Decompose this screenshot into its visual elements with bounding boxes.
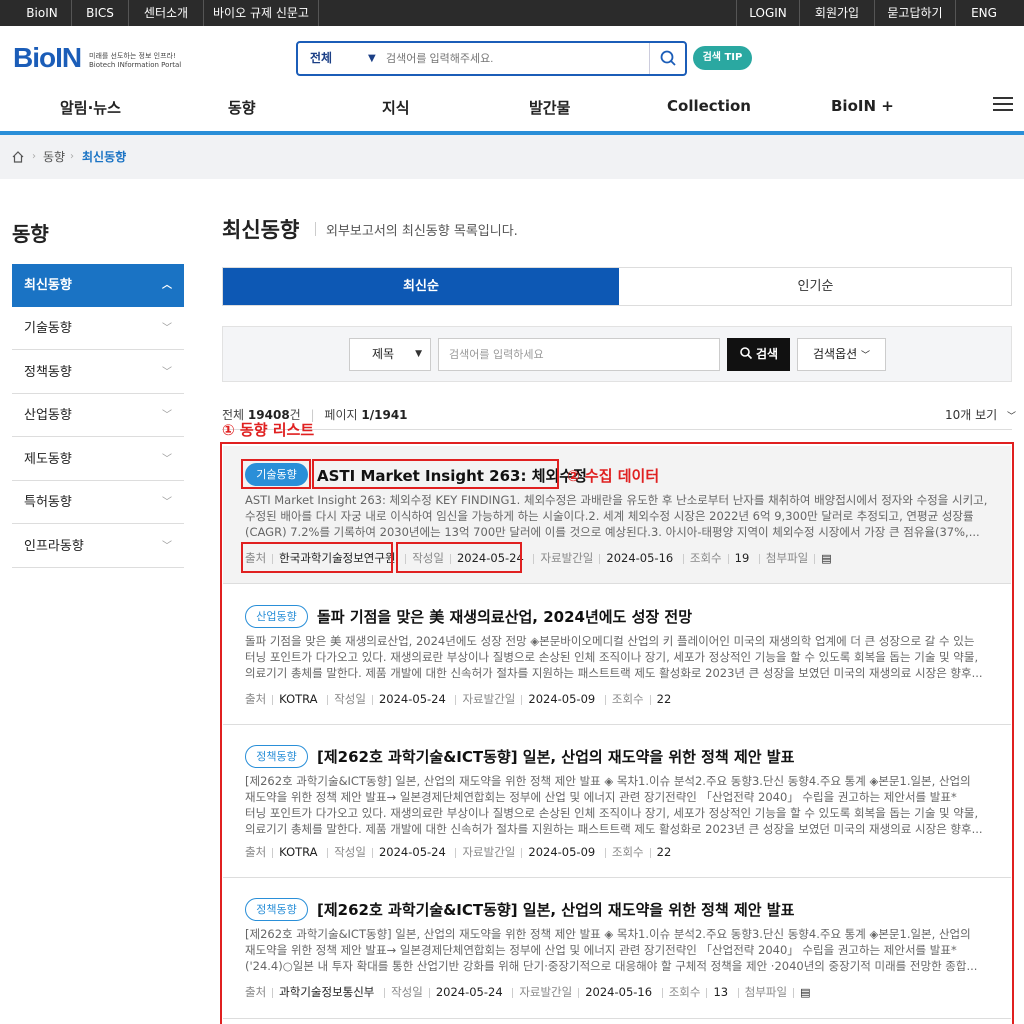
sidebar-item-label: 인프라동향: [24, 539, 84, 554]
list-search-input[interactable]: 검색어를 입력하세요: [438, 338, 720, 371]
list-search-button-label: 검색: [755, 347, 779, 361]
search-tip-button[interactable]: 검색 TIP: [693, 46, 752, 70]
current-page: 1: [361, 408, 370, 422]
nav-knowledge[interactable]: 지식: [382, 97, 410, 118]
login-link[interactable]: LOGIN: [737, 0, 799, 26]
per-page-value: 10개 보기: [945, 408, 998, 422]
nav-news[interactable]: 알림·뉴스: [60, 97, 121, 118]
sidebar-item-label: 산업동향: [24, 408, 72, 423]
chevron-down-icon: ﹀: [162, 410, 172, 421]
list-search-placeholder: 검색어를 입력하세요: [449, 348, 544, 361]
search-icon: [740, 347, 753, 360]
home-icon[interactable]: [12, 135, 24, 197]
chevron-down-icon: ▼: [415, 349, 422, 359]
search-options-label: 검색옵션: [812, 347, 858, 361]
global-search: 전체 ▼: [296, 41, 687, 76]
annotation-source-box: [241, 542, 393, 573]
chevron-down-icon: ﹀: [162, 454, 172, 465]
search-button[interactable]: [649, 43, 685, 74]
sidebar-item-system[interactable]: 제도동향 ﹀: [12, 438, 184, 481]
sidebar-item-label: 특허동향: [24, 495, 72, 510]
sidebar-item-tech[interactable]: 기술동향 ﹀: [12, 307, 184, 350]
breadcrumb-trends[interactable]: 동향: [43, 135, 65, 179]
search-field-value: 제목: [372, 347, 395, 361]
chevron-down-icon: ﹀: [162, 541, 172, 552]
divider: [315, 222, 316, 236]
tab-popular[interactable]: 인기순: [619, 268, 1012, 305]
sidebar-item-label: 최신동향: [24, 278, 72, 293]
chevron-down-icon: ﹀: [162, 497, 172, 508]
sidebar-item-patent[interactable]: 특허동향 ﹀: [12, 481, 184, 524]
annotation-list-label: ① 동향 리스트: [222, 421, 315, 439]
list-search-panel: 제목 ▼ 검색어를 입력하세요 검색 검색옵션 ﹀: [222, 326, 1012, 382]
per-page-select[interactable]: 10개 보기 ﹀: [945, 406, 1016, 423]
sidebar-item-label: 제도동향: [24, 452, 72, 467]
search-icon: [660, 50, 676, 66]
chevron-up-icon: ︿: [162, 280, 172, 291]
divider: [318, 0, 319, 26]
topbar-link-regulation[interactable]: 바이오 규제 신문고: [204, 0, 318, 26]
page-label: 페이지: [324, 408, 358, 422]
annotation-title-box: [312, 459, 559, 489]
search-field-select[interactable]: 제목 ▼: [349, 338, 431, 371]
nav-publications[interactable]: 발간물: [529, 97, 570, 118]
chevron-down-icon: ﹀: [860, 351, 870, 361]
search-input[interactable]: [386, 49, 646, 69]
page-title: 최신동향: [222, 218, 300, 242]
search-category-select[interactable]: 전체: [310, 43, 332, 74]
total-pages: /1941: [369, 408, 408, 422]
divider: [222, 429, 1012, 430]
chevron-down-icon: ﹀: [162, 367, 172, 378]
tab-latest[interactable]: 최신순: [223, 268, 619, 305]
sidebar-item-label: 기술동향: [24, 321, 72, 336]
chevron-down-icon: ﹀: [1007, 412, 1017, 422]
sidebar-item-latest[interactable]: 최신동향 ︿: [12, 264, 184, 307]
breadcrumb-current[interactable]: 최신동향: [82, 135, 126, 179]
logo-tagline: 미래를 선도하는 정보 인프라!: [89, 52, 176, 60]
chevron-right-icon: ›: [32, 151, 36, 162]
breadcrumb: › 동향 › 최신동향: [0, 135, 1024, 179]
page-description: 외부보고서의 최신동향 목록입니다.: [326, 224, 518, 239]
signup-link[interactable]: 회원가입: [800, 0, 874, 26]
sort-tabs: 최신순 인기순: [222, 267, 1012, 306]
sidebar-item-label: 정책동향: [24, 365, 72, 380]
sidebar-item-industry[interactable]: 산업동향 ﹀: [12, 394, 184, 437]
sidebar-item-policy[interactable]: 정책동향 ﹀: [12, 351, 184, 394]
topbar-link-center[interactable]: 센터소개: [129, 0, 203, 26]
annotation-list-box: [220, 442, 1014, 1024]
chevron-down-icon: ﹀: [162, 323, 172, 334]
search-options-button[interactable]: 검색옵션 ﹀: [797, 338, 886, 371]
chevron-right-icon: ›: [70, 151, 74, 162]
nav-collection[interactable]: Collection: [667, 97, 751, 115]
qna-link[interactable]: 묻고답하기: [875, 0, 955, 26]
annotation-date-box: [396, 542, 522, 573]
top-utility-bar: BioIN BICS 센터소개 바이오 규제 신문고 LOGIN 회원가입 묻고…: [0, 0, 1024, 26]
sidebar-title: 동향: [12, 222, 49, 246]
english-link[interactable]: ENG: [956, 0, 1012, 26]
annotation-data-label: ② 수집 데이터: [567, 467, 660, 485]
nav-bioin-plus[interactable]: BioIN +: [831, 97, 894, 115]
menu-icon[interactable]: [993, 97, 1013, 113]
nav-trends[interactable]: 동향: [228, 97, 256, 118]
list-search-button[interactable]: 검색: [727, 338, 790, 371]
chevron-down-icon[interactable]: ▼: [368, 43, 376, 74]
annotation-badge-box: [241, 459, 311, 489]
logo-wordmark: BioIN: [13, 42, 82, 73]
sidebar-item-infra[interactable]: 인프라동향 ﹀: [12, 525, 184, 568]
topbar-link-bics[interactable]: BICS: [72, 0, 128, 26]
topbar-link-bioin[interactable]: BioIN: [14, 0, 70, 26]
logo-subtitle: Biotech INformation Portal: [89, 61, 182, 69]
